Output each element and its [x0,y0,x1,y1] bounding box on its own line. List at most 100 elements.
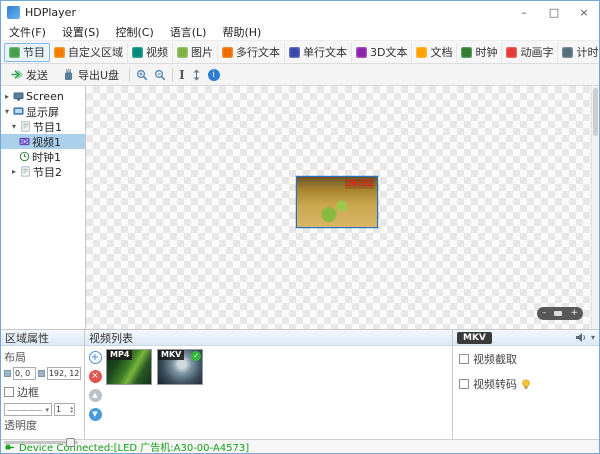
menu-control[interactable]: 控制(C) [108,24,162,40]
tree-item-label: 节目2 [33,164,62,179]
clock-tab-icon [461,47,472,58]
video-transcode-option[interactable]: 视频转码 [459,376,593,392]
menu-file[interactable]: 文件(F) [1,24,54,40]
export-usb-button[interactable]: 导出U盘 [58,66,123,84]
tab-custom-area[interactable]: 自定义区域 [50,43,128,62]
selected-check-icon: ✓ [191,351,201,361]
border-checkbox[interactable] [4,387,14,397]
opacity-slider[interactable] [4,437,78,448]
move-vertical-icon[interactable] [191,69,202,81]
tree-item-clock1[interactable]: 时钟1 [1,149,85,164]
border-width-value: 1 [56,405,61,414]
menu-settings[interactable]: 设置(S) [54,24,108,40]
minimize-button[interactable]: – [509,1,539,23]
tab-label: 单行文本 [303,44,347,60]
expand-arrow-icon[interactable]: ▾ [10,122,18,131]
video-list-panel: 视频列表 + × ▲ ▼ MP4 MKV ✓ [85,330,453,439]
tab-clock[interactable]: 时钟 [457,43,502,62]
send-button[interactable]: 发送 [6,66,52,84]
video-detail-body: 视频截取 视频转码 [453,346,599,397]
content-tabbar: 节目 自定义区域 视频 图片 多行文本 单行文本 3D文本 文档 [1,41,599,64]
zoom-in-icon[interactable] [136,69,148,81]
border-option-row[interactable]: 边框 [4,384,81,400]
video-transcode-label: 视频转码 [473,376,517,392]
layout-canvas[interactable]: 24:51 – + [86,86,599,329]
video-region-preview[interactable]: 24:51 [296,176,378,228]
chevron-down-icon[interactable]: ▾ [591,333,595,342]
expand-arrow-icon[interactable]: ▸ [10,167,18,176]
video-thumbnail-mkv[interactable]: MKV ✓ [157,349,203,385]
tab-image[interactable]: 图片 [173,43,218,62]
size-input[interactable] [47,367,81,380]
timer-tab-icon [562,47,573,58]
tree-item-display[interactable]: ▾ 显示屏 [1,104,85,119]
tab-label: 自定义区域 [68,44,123,60]
tab-3d-text[interactable]: 3D文本 [352,43,412,62]
tree-item-program1[interactable]: ▾ 节目1 [1,119,85,134]
position-input[interactable] [13,367,36,380]
tab-timer[interactable]: 计时 [558,43,600,62]
move-down-button[interactable]: ▼ [89,408,102,421]
display-icon [13,106,24,117]
tab-video[interactable]: 视频 [128,43,173,62]
close-button[interactable]: × [569,1,599,23]
scrollbar-thumb[interactable] [593,88,598,136]
document-tab-icon [416,47,427,58]
video-list-buttons: + × ▲ ▼ [87,349,103,436]
program-tree: ▸ Screen ▾ 显示屏 ▾ 节目1 视频1 时钟1 [1,86,86,329]
tree-item-video1[interactable]: 视频1 [1,134,85,149]
tab-animated-text[interactable]: 动画字 [502,43,558,62]
maximize-button[interactable]: □ [539,1,569,23]
window-title: HDPlayer [25,6,509,19]
position-icon [4,370,11,377]
border-width-spinner[interactable]: 1 ▴▾ [54,403,75,416]
tree-item-screen[interactable]: ▸ Screen [1,89,85,104]
selected-format-badge: MKV [457,332,492,344]
tree-item-program2[interactable]: ▸ 节目2 [1,164,85,179]
region-panel-title: 区域属性 [5,330,49,346]
menu-language[interactable]: 语言(L) [162,24,215,40]
3d-text-tab-icon [356,47,367,58]
region-properties-panel: 区域属性 布局 边框 ————— ▾ [1,330,85,439]
format-badge: MP4 [107,350,132,360]
tab-document[interactable]: 文档 [412,43,457,62]
zoom-out-icon[interactable] [154,69,166,81]
delete-video-button[interactable]: × [89,370,102,383]
usb-icon [62,68,75,81]
opacity-slider-handle[interactable] [66,438,75,447]
canvas-vertical-scrollbar[interactable] [591,86,599,329]
video-transcode-checkbox[interactable] [459,379,469,389]
text-cursor-icon[interactable]: I [179,68,185,82]
format-badge: MKV [158,350,184,360]
toolbar-separator [172,68,173,82]
info-icon[interactable]: i [208,69,220,81]
border-style-select[interactable]: ————— ▾ [4,403,52,416]
canvas-zoom-in-button[interactable]: + [570,309,578,318]
tab-label: 图片 [191,44,213,60]
move-up-button[interactable]: ▲ [89,389,102,402]
spinner-arrows-icon[interactable]: ▴▾ [70,406,73,414]
video-crop-option[interactable]: 视频截取 [459,351,593,367]
video-thumbnails: MP4 MKV ✓ [106,349,203,436]
video-list-body: + × ▲ ▼ MP4 MKV ✓ [85,346,452,439]
add-video-button[interactable]: + [89,351,102,364]
tab-multiline-text[interactable]: 多行文本 [218,43,285,62]
tree-item-label: 视频1 [32,134,61,149]
video-icon [19,136,30,147]
send-icon [10,68,23,81]
video-crop-checkbox[interactable] [459,354,469,364]
menu-help[interactable]: 帮助(H) [214,24,269,40]
canvas-zoom-control: – + [537,307,583,320]
video-thumbnail-mp4[interactable]: MP4 [106,349,152,385]
tab-singleline-text[interactable]: 单行文本 [285,43,352,62]
expand-arrow-icon[interactable]: ▸ [3,92,11,101]
canvas-zoom-out-button[interactable]: – [542,309,547,318]
monitor-icon [13,91,24,102]
canvas-zoom-slider-thumb[interactable] [554,311,562,316]
tab-label: 多行文本 [236,44,280,60]
tab-label: 节目 [23,44,45,60]
expand-arrow-icon[interactable]: ▾ [3,107,11,116]
tab-label: 时钟 [475,44,497,60]
volume-icon[interactable] [575,332,587,343]
tab-program[interactable]: 节目 [4,43,50,62]
